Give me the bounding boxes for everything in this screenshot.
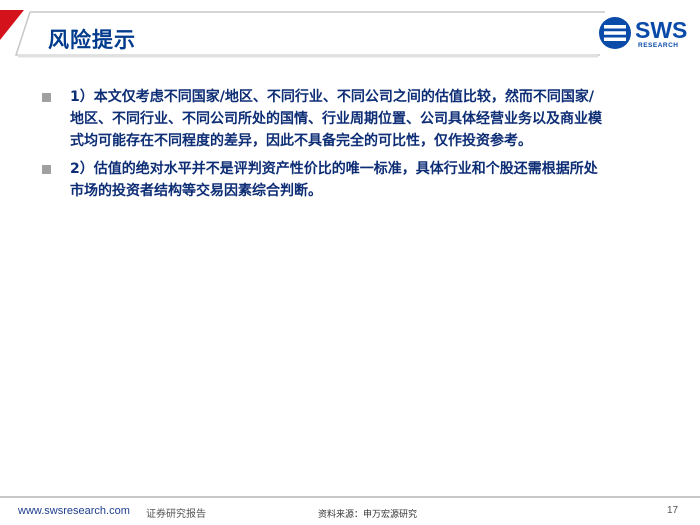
bullet-list: 1）本文仅考虑不同国家/地区、不同行业、不同公司之间的估值比较，然而不同国家/ … [42, 86, 682, 208]
bullet-text: 2）估值的绝对水平并不是评判资产性价比的唯一标准，具体行业和个股还需根据所处 市… [70, 161, 598, 199]
sws-logo-icon [599, 17, 631, 49]
list-item: 2）估值的绝对水平并不是评判资产性价比的唯一标准，具体行业和个股还需根据所处 市… [42, 158, 682, 202]
footer-divider [0, 496, 700, 498]
logo-subtitle-text: RESEARCH [638, 42, 679, 49]
red-corner-triangle [0, 10, 24, 40]
footer-website-link[interactable]: www.swsresearch.com [18, 505, 130, 517]
sws-logo: SWS RESEARCH [598, 16, 690, 50]
bullet-text: 1）本文仅考虑不同国家/地区、不同行业、不同公司之间的估值比较，然而不同国家/ … [70, 89, 602, 149]
footer-report-label: 证券研究报告 [146, 509, 206, 520]
page-number: 17 [667, 505, 679, 516]
square-bullet-icon [42, 93, 51, 102]
footer-source: 资料来源：申万宏源研究 [318, 510, 418, 520]
logo-brand-text: SWS [635, 17, 688, 43]
list-item: 1）本文仅考虑不同国家/地区、不同行业、不同公司之间的估值比较，然而不同国家/ … [42, 86, 682, 152]
page-title: 风险提示 [48, 27, 136, 52]
slide-header: 风险提示 SWS RESEARCH [0, 0, 700, 70]
square-bullet-icon [42, 165, 51, 174]
